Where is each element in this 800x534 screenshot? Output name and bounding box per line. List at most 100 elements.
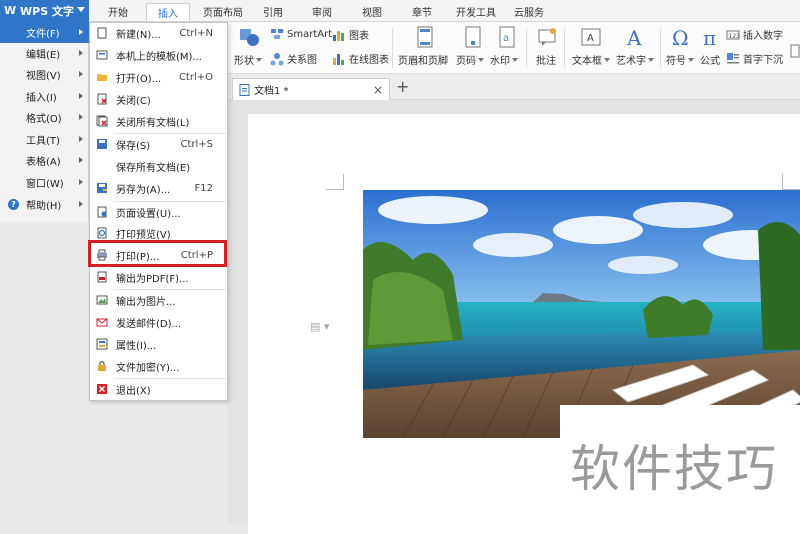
header-footer-button[interactable]: 页眉和页脚 [398, 52, 448, 67]
tab-start[interactable]: 开始 [98, 4, 138, 22]
header-footer-icon [417, 26, 433, 48]
menu-item-export-pdf[interactable]: 输出为PDF(F)... [90, 267, 227, 288]
wps-logo-icon: W [4, 4, 17, 17]
relation-chart-label: 关系图 [287, 55, 317, 66]
menu-item-label: 属性(I)... [116, 341, 157, 352]
chevron-down-icon [77, 7, 85, 12]
tab-developer[interactable]: 开发工具 [449, 4, 503, 22]
menu-item-label: 打印预览(V) [116, 230, 171, 241]
ribbon-separator [526, 28, 527, 68]
document-tab-bar: 文档1 * × + [228, 74, 800, 100]
watermark-button[interactable]: 水印 [490, 52, 518, 67]
menu-item-properties[interactable]: 属性(I)... [90, 334, 227, 355]
menu-item-label: 退出(X) [116, 386, 151, 397]
exit-icon [97, 384, 107, 394]
online-chart-label: 在线图表 [349, 55, 389, 66]
paragraph-marker-icon: ▤ ▾ [310, 320, 330, 333]
close-document-icon [97, 93, 107, 105]
shape-button[interactable]: 形状 [234, 52, 262, 67]
sidebar-item-file[interactable]: 文件(F) [0, 22, 89, 43]
tab-references[interactable]: 引用 [256, 4, 290, 22]
page-number-button[interactable]: 页码 [456, 52, 484, 67]
menu-item-label: 保存(S) [116, 141, 151, 152]
watermark-icon: a [499, 26, 515, 48]
margin-corner-marker [326, 174, 344, 190]
tropical-pool-photo[interactable] [363, 190, 800, 438]
sidebar-item-edit[interactable]: 编辑(E) [0, 43, 89, 64]
properties-icon [96, 338, 108, 350]
sidebar-item-insert[interactable]: 插入(I) [0, 86, 89, 107]
ribbon-separator [392, 28, 393, 68]
menu-item-new[interactable]: 新建(N)... Ctrl+N [90, 23, 227, 44]
insert-number-icon: 123 [726, 30, 741, 40]
menu-item-close[interactable]: 关闭(C) [90, 89, 227, 110]
insert-number-button[interactable]: 123 插入数字 [726, 27, 783, 42]
chart-button[interactable]: 图表 [332, 27, 369, 42]
comment-button[interactable]: 批注 [536, 52, 556, 67]
svg-text:123: 123 [729, 33, 741, 40]
new-tab-plus-icon[interactable]: + [396, 77, 409, 96]
sidebar-item-label: 工具(T) [26, 136, 60, 147]
smartart-button[interactable]: SmartArt [270, 27, 332, 41]
menu-item-label: 页面设置(U)... [116, 209, 181, 220]
menu-item-encrypt[interactable]: 文件加密(Y)... [90, 356, 227, 377]
tab-page-layout[interactable]: 页面布局 [196, 4, 250, 22]
page-number-icon [465, 26, 481, 48]
menu-item-send-mail[interactable]: 发送邮件(D)... [90, 312, 227, 333]
sidebar-item-label: 编辑(E) [26, 50, 61, 61]
page-setup-icon [97, 206, 107, 218]
app-logo-label: WPS 文字 [20, 5, 74, 18]
chevron-right-icon [79, 114, 83, 120]
formula-button[interactable]: 公式 [700, 52, 720, 67]
sidebar-item-label: 文件(F) [26, 29, 60, 40]
tab-view[interactable]: 视图 [355, 4, 389, 22]
sidebar-item-window[interactable]: 窗口(W) [0, 172, 89, 193]
textbox-button[interactable]: 文本框 [572, 52, 610, 67]
svg-text:π: π [703, 26, 716, 48]
shape-icon [240, 29, 259, 46]
menu-item-save-as[interactable]: 另存为(A)... F12 [90, 178, 227, 199]
menu-item-label: 新建(N)... [116, 30, 161, 41]
chevron-right-icon [79, 136, 83, 142]
smartart-label: SmartArt [287, 28, 333, 40]
wordart-button[interactable]: 艺术字 [616, 52, 654, 67]
tab-cloud[interactable]: 云服务 [507, 4, 551, 22]
tab-sections[interactable]: 章节 [405, 4, 439, 22]
menu-item-close-all[interactable]: 关闭所有文档(L) [90, 111, 227, 132]
chevron-down-icon [604, 57, 610, 62]
sidebar-item-help[interactable]: ? 帮助(H) [0, 194, 89, 215]
comment-label: 批注 [536, 56, 556, 67]
tab-insert[interactable]: 插入 [146, 3, 190, 21]
wps-app-menu-button[interactable]: W WPS 文字 [0, 0, 89, 22]
sidebar-item-view[interactable]: 视图(V) [0, 64, 89, 85]
chart-icon [333, 30, 344, 41]
sidebar-item-table[interactable]: 表格(A) [0, 150, 89, 171]
menu-item-open[interactable]: 打开(O)... Ctrl+O [90, 67, 227, 88]
menu-item-label: 保存所有文档(E) [116, 163, 191, 174]
relation-chart-button[interactable]: 关系图 [270, 51, 317, 66]
chevron-down-icon [478, 57, 484, 62]
menu-item-save-all[interactable]: 保存所有文档(E) [90, 156, 227, 177]
sidebar-item-label: 帮助(H) [26, 201, 62, 212]
menu-item-save[interactable]: 保存(S) Ctrl+S [90, 134, 227, 155]
sidebar-item-tools[interactable]: 工具(T) [0, 129, 89, 150]
menu-item-label: 发送邮件(D)... [116, 319, 182, 330]
menu-item-local-templates[interactable]: 本机上的模板(M)... [90, 45, 227, 66]
close-icon[interactable]: × [373, 83, 383, 97]
sidebar-item-label: 插入(I) [26, 93, 57, 104]
chevron-right-icon [79, 201, 83, 207]
sidebar-item-format[interactable]: 格式(O) [0, 107, 89, 128]
sidebar-item-label: 表格(A) [26, 157, 61, 168]
document-tab[interactable]: 文档1 * × [232, 78, 390, 100]
menu-item-exit[interactable]: 退出(X) [90, 379, 227, 400]
online-chart-button[interactable]: 在线图表 [332, 51, 389, 66]
dropcap-button[interactable]: 首字下沉 [726, 51, 783, 66]
ribbon-separator [660, 28, 661, 68]
menu-shortcut: Ctrl+S [180, 139, 213, 150]
menu-shortcut: Ctrl+N [179, 28, 213, 39]
tab-review[interactable]: 审阅 [305, 4, 339, 22]
menu-item-export-image[interactable]: 输出为图片... [90, 290, 227, 311]
menu-item-page-setup[interactable]: 页面设置(U)... [90, 202, 227, 223]
insert-number-label: 插入数字 [743, 31, 783, 42]
symbol-button[interactable]: 符号 [666, 52, 694, 67]
